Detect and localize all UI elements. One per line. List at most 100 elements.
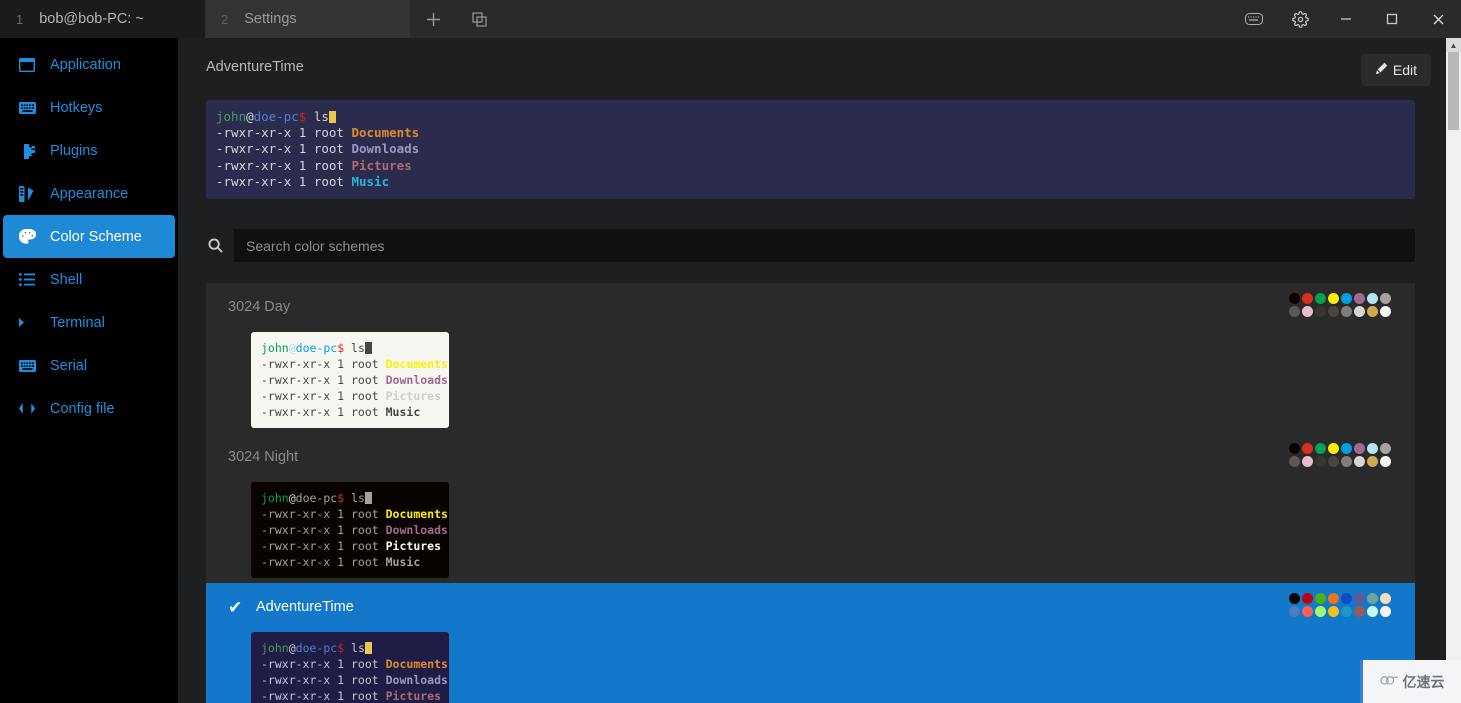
new-tab-button[interactable] [410,0,456,38]
sidebar-item-plugins[interactable]: Plugins [0,129,178,172]
palette-swatch [1328,443,1339,455]
current-scheme-header: AdventureTime Edit [178,38,1461,86]
prompt-user: john [261,641,289,656]
terminal-cursor [364,342,372,355]
keyboard-icon [18,99,36,117]
keyboard-shortcut-button[interactable] [1231,0,1277,38]
color-scheme-item[interactable]: 3024 Day john@doe-pc$ ls -rwxr-xr-x 1 roo… [206,283,1415,434]
prompt-host: doe-pc [253,109,299,124]
file-permissions: -rwxr-xr-x 1 root [261,523,386,538]
palette-swatch [1380,293,1391,305]
color-scheme-preview: john@doe-pc$ ls -rwxr-xr-x 1 root Docume… [251,482,449,579]
tab-number: 2 [221,11,229,27]
prompt-host: doe-pc [295,641,338,656]
vertical-scrollbar[interactable]: ▲ [1446,38,1461,703]
palette-swatch [1289,593,1300,605]
palette-swatch [1341,593,1352,605]
palette-swatch [1315,456,1326,468]
sidebar-item-shell[interactable]: Shell [0,258,178,301]
palette-swatch [1315,606,1326,618]
terminal-cursor [364,492,372,505]
sidebar-item-color-scheme[interactable]: Color Scheme [3,215,175,258]
prompt-at: @ [288,491,296,506]
prompt-host: doe-pc [295,491,338,506]
palette-swatch [1354,306,1365,318]
palette-swatch [1367,306,1378,318]
file-name: Pictures [351,157,412,173]
palette-swatch [1367,606,1378,618]
sidebar-item-hotkeys[interactable]: Hotkeys [0,86,178,129]
file-name: Downloads [385,523,448,538]
sidebar-item-label: Config file [50,400,115,417]
sidebar-item-label: Terminal [50,314,105,331]
palette-swatch [1328,456,1339,468]
palette-swatch [1354,593,1365,605]
watermark-text: 亿速云 [1402,673,1445,690]
palette-swatch [1289,306,1300,318]
list-icon [18,271,36,289]
sidebar-item-label: Color Scheme [50,228,142,245]
palette-swatch [1328,593,1339,605]
palette-swatch [1341,456,1352,468]
current-scheme-preview: john@doe-pc$ ls -rwxr-xr-x 1 root Docume… [206,100,1415,200]
terminal-prompt-icon [18,314,36,332]
color-scheme-panel: AdventureTime Edit john@doe-pc$ ls -rwxr… [178,38,1461,703]
palette-swatch [1354,293,1365,305]
sidebar-item-terminal[interactable]: Terminal [0,301,178,344]
terminal-cursor [328,111,336,123]
palette-swatch [1289,456,1300,468]
minimize-button[interactable] [1323,0,1369,38]
body-wrapper: Application Hotkeys Plugins Appearance C [0,38,1461,703]
tab-terminal[interactable]: 1 bob@bob-PC: ~ [0,0,205,38]
palette-swatch [1380,443,1391,455]
sidebar-item-serial[interactable]: Serial [0,344,178,387]
file-name: Pictures [385,389,442,404]
search-row [206,229,1415,263]
sidebar-item-label: Plugins [50,142,98,159]
color-scheme-name: 3024 Day [228,299,291,316]
file-permissions: -rwxr-xr-x 1 root [261,657,386,672]
edit-button-label: Edit [1392,62,1417,78]
file-permissions: -rwxr-xr-x 1 root [216,141,352,157]
close-button[interactable] [1415,0,1461,38]
palette-swatch [1367,456,1378,468]
tab-settings[interactable]: 2 Settings [205,0,410,38]
scrollbar-thumb[interactable] [1448,52,1459,130]
sidebar-item-application[interactable]: Application [0,43,178,86]
split-pane-button[interactable] [456,0,502,38]
sidebar-item-label: Appearance [50,185,129,202]
maximize-button[interactable] [1369,0,1415,38]
search-input[interactable] [234,229,1415,263]
page-title: AdventureTime [206,59,304,75]
search-icon [206,238,224,253]
sidebar-item-label: Serial [50,357,88,374]
prompt-command: ls [344,341,365,356]
color-scheme-item[interactable]: ✔ AdventureTime john@doe-pc$ ls -rwxr-xr-x… [206,583,1415,703]
sidebar-item-label: Hotkeys [50,99,103,116]
settings-sidebar: Application Hotkeys Plugins Appearance C [0,38,178,703]
tab-label: bob@bob-PC: ~ [39,11,144,27]
scroll-up-arrow[interactable]: ▲ [1446,38,1461,52]
window-controls [1231,0,1461,38]
keyboard-icon [18,357,36,375]
file-permissions: -rwxr-xr-x 1 root [261,673,386,688]
color-scheme-item[interactable]: 3024 Night john@doe-pc$ ls -rwxr-xr-x 1 r… [206,433,1415,584]
sidebar-item-appearance[interactable]: Appearance [0,172,178,215]
palette-swatch [1341,306,1352,318]
settings-gear-button[interactable] [1277,0,1323,38]
edit-button[interactable]: Edit [1360,54,1431,86]
file-permissions: -rwxr-xr-x 1 root [261,405,386,420]
color-palette [1289,593,1393,619]
palette-swatch [1341,443,1352,455]
palette-icon [18,228,36,246]
prompt-at: @ [288,341,296,356]
sidebar-item-config-file[interactable]: Config file [0,387,178,430]
check-icon: ✔ [228,597,243,617]
palette-swatch [1328,606,1339,618]
palette-swatch [1367,593,1378,605]
file-permissions: -rwxr-xr-x 1 root [261,507,386,522]
file-name: Downloads [385,373,448,388]
palette-swatch [1289,606,1300,618]
file-name: Downloads [351,141,420,157]
tab-label: Settings [244,11,297,27]
